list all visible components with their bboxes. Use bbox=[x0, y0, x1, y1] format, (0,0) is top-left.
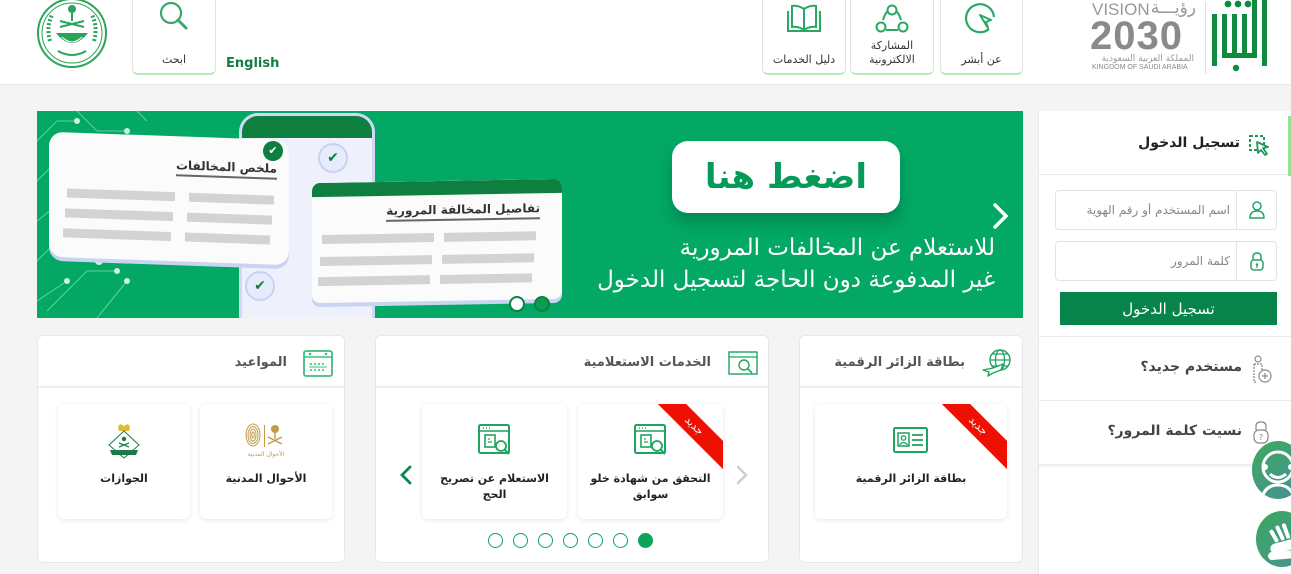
violations-summary-card-illustration: ملخص المخالفات bbox=[49, 131, 289, 266]
card-summary-title: ملخص المخالفات bbox=[175, 158, 277, 180]
section-title: الخدمات الاستعلامية bbox=[583, 355, 711, 370]
svg-text:الأحوال المدنية: الأحوال المدنية bbox=[248, 450, 285, 458]
nav-e-participation[interactable]: المشاركة الالكترونية bbox=[850, 0, 934, 75]
forgot-password-label: نسيت كلمة المرور؟ bbox=[1107, 423, 1242, 439]
tile-criminal-record-check[interactable]: التحقق من شهادة خلو سوابق جديد bbox=[578, 404, 723, 519]
section-header: بطاقة الزائر الرقمية bbox=[800, 336, 1022, 388]
absher-logo[interactable] bbox=[1208, 0, 1268, 74]
new-badge: جديد bbox=[932, 404, 1007, 472]
promo-banner[interactable]: ملخص المخالفات ✔ ✔ ✔ تفاصيل المخالفة الم… bbox=[37, 111, 1023, 318]
banner-text-line-1: للاستعلام عن المخالفات المرورية bbox=[679, 235, 995, 261]
vision-2030-logo: VISION رؤيـــة 2030 المملكة العربية السع… bbox=[1090, 0, 1200, 74]
tile-label: الجوازات bbox=[100, 472, 148, 485]
tile-label: التحقق من شهادة خلو سوابق bbox=[590, 472, 711, 501]
user-icon-box bbox=[1236, 191, 1276, 229]
carousel-next-arrow-icon[interactable] bbox=[398, 464, 414, 486]
pointer-circle-icon bbox=[964, 3, 995, 34]
document-search-icon bbox=[477, 424, 510, 455]
nav-label: المشاركة الالكترونية bbox=[869, 39, 915, 66]
vision-year: 2030 bbox=[1090, 14, 1183, 58]
pager-dot-5[interactable] bbox=[538, 533, 553, 548]
password-field[interactable] bbox=[1055, 241, 1277, 281]
login-submit-button[interactable]: تسجيل الدخول bbox=[1060, 292, 1277, 325]
ministry-of-interior-emblem[interactable] bbox=[36, 0, 108, 69]
nav-label: دليل الخدمات bbox=[772, 53, 836, 66]
tile-label: بطاقة الزائر الرقمية bbox=[855, 472, 967, 485]
calendar-icon bbox=[303, 350, 333, 377]
kingdom-ar-text: المملكة العربية السعودية bbox=[1101, 54, 1194, 64]
search-label: ابحث bbox=[161, 53, 187, 66]
browser-search-icon bbox=[728, 351, 758, 375]
pager-dot-2[interactable] bbox=[613, 533, 628, 548]
tile-civil-affairs[interactable]: الأحوال المدنية الأحوال المدنية bbox=[200, 404, 332, 519]
globe-plane-icon bbox=[982, 349, 1011, 377]
check-icon: ✔ bbox=[247, 273, 273, 299]
logo-divider bbox=[1205, 2, 1206, 74]
tile-hajj-permit-inquiry[interactable]: الاستعلام عن تصريح الحج bbox=[422, 404, 567, 519]
check-icon: ✔ bbox=[263, 141, 283, 161]
civil-affairs-logo-icon: الأحوال المدنية bbox=[245, 423, 285, 458]
section-title: بطاقة الزائر الرقمية bbox=[834, 355, 965, 370]
section-inquiry-services: الخدمات الاستعلامية التحقق من شهادة خلو … bbox=[375, 335, 769, 563]
id-card-icon bbox=[893, 427, 928, 453]
login-title: تسجيل الدخول bbox=[1138, 135, 1240, 151]
user-icon bbox=[1249, 201, 1265, 219]
pager-dot-7[interactable] bbox=[488, 533, 503, 548]
nav-services-guide[interactable]: دليل الخدمات bbox=[762, 0, 846, 75]
banner-text-line-2: غير المدفوعة دون الحاجة لتسجيل الدخول bbox=[597, 267, 995, 293]
password-input[interactable] bbox=[1060, 242, 1230, 280]
open-book-icon bbox=[787, 4, 821, 32]
nav-about-absher[interactable]: عن أبشر bbox=[940, 0, 1023, 75]
pager-dot-4[interactable] bbox=[563, 533, 578, 548]
section-digital-visitor-card: بطاقة الزائر الرقمية بطاقة الزائر الرقمي… bbox=[799, 335, 1023, 563]
nav-label: عن أبشر bbox=[961, 53, 1002, 66]
pager-dot-3[interactable] bbox=[588, 533, 603, 548]
new-user-label: مستخدم جديد؟ bbox=[1140, 359, 1242, 375]
search-button[interactable]: ابحث bbox=[132, 0, 216, 75]
tile-digital-visitor-card[interactable]: بطاقة الزائر الرقمية جديد bbox=[815, 404, 1007, 519]
forgot-password-link[interactable]: ? نسيت كلمة المرور؟ bbox=[1039, 400, 1291, 464]
kingdom-en-text: KINGDOM OF SAUDI ARABIA bbox=[1092, 64, 1188, 71]
new-user-link[interactable]: مستخدم جديد؟ bbox=[1039, 336, 1291, 400]
pager-dot-6[interactable] bbox=[513, 533, 528, 548]
tile-label: الاستعلام عن تصريح الحج bbox=[440, 472, 549, 501]
banner-dot-1[interactable] bbox=[509, 296, 525, 312]
banner-dot-2-active[interactable] bbox=[534, 296, 550, 312]
document-search-icon bbox=[633, 424, 666, 455]
section-header: الخدمات الاستعلامية bbox=[376, 336, 768, 388]
carousel-prev-arrow-icon[interactable] bbox=[734, 464, 750, 486]
add-user-icon bbox=[1253, 355, 1272, 383]
username-input[interactable] bbox=[1060, 191, 1230, 229]
check-icon: ✔ bbox=[320, 145, 346, 171]
login-header: تسجيل الدخول bbox=[1039, 111, 1291, 176]
lock-icon-box bbox=[1236, 242, 1276, 280]
network-share-icon bbox=[875, 4, 909, 33]
banner-next-arrow-icon[interactable] bbox=[989, 199, 1013, 233]
section-title: المواعيد bbox=[234, 355, 287, 370]
section-header: المواعيد bbox=[38, 336, 344, 388]
passports-logo-icon bbox=[108, 424, 140, 459]
tile-passports[interactable]: الجوازات bbox=[58, 404, 190, 519]
cursor-select-icon bbox=[1249, 135, 1269, 156]
svg-text:?: ? bbox=[1259, 433, 1263, 442]
username-field[interactable] bbox=[1055, 190, 1277, 230]
lock-icon bbox=[1250, 252, 1264, 271]
card-details-title: تفاصيل المخالفة المرورية bbox=[386, 201, 540, 222]
section-appointments: المواعيد الأحوال المدنية الأحوال المدنية… bbox=[37, 335, 345, 563]
english-language-link[interactable]: English bbox=[226, 56, 279, 71]
login-panel: تسجيل الدخول تسجيل الدخول bbox=[1038, 111, 1291, 574]
top-header: VISION رؤيـــة 2030 المملكة العربية السع… bbox=[0, 0, 1291, 85]
pager-dot-1[interactable] bbox=[638, 533, 653, 548]
tile-label: الأحوال المدنية bbox=[225, 472, 307, 485]
click-here-button[interactable]: اضغط هنا bbox=[672, 141, 900, 213]
search-icon bbox=[159, 1, 188, 30]
